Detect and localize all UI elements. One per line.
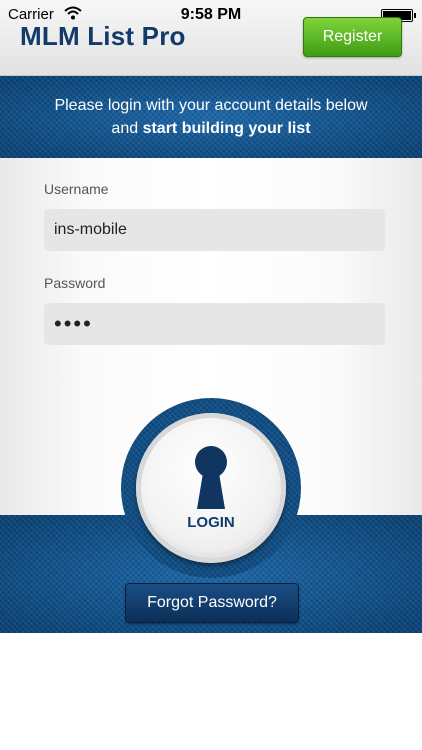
password-label: Password	[44, 275, 106, 291]
forgot-password-button[interactable]: Forgot Password?	[125, 583, 299, 623]
password-input[interactable]	[44, 303, 385, 345]
username-label: Username	[44, 181, 109, 197]
banner-line-2: and start building your list	[111, 120, 311, 137]
login-label[interactable]: LOGIN	[136, 514, 286, 531]
banner-highlight: start building your list	[142, 120, 311, 137]
username-input[interactable]	[44, 209, 385, 251]
keyhole-icon	[195, 446, 227, 509]
app-title: MLM List Pro	[20, 21, 186, 51]
banner-line-1: Please login with your account details b…	[54, 97, 368, 114]
register-button[interactable]: Register	[303, 17, 402, 57]
banner-text: Please login with your account details b…	[0, 94, 422, 140]
